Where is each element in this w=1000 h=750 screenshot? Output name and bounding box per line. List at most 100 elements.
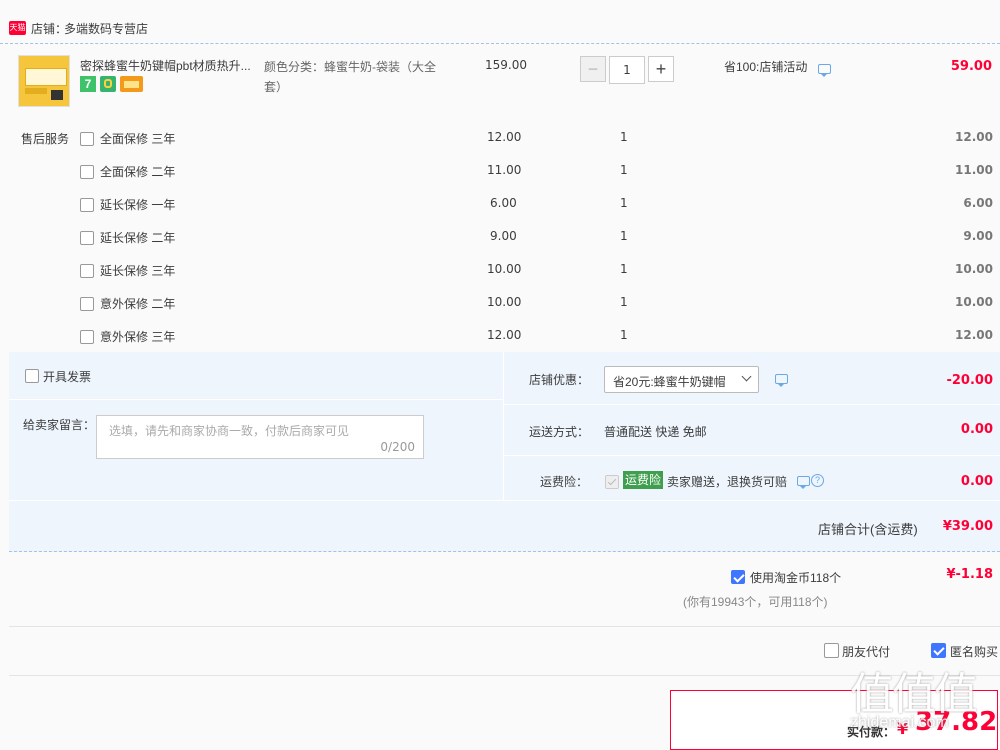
divider (9, 675, 1000, 676)
service-row: 延长保修 二年 9.00 1 9.00 (0, 222, 1000, 252)
service-qty: 1 (620, 163, 628, 177)
product-thumbnail[interactable] (18, 55, 70, 107)
service-name: 意外保修 三年 (100, 330, 176, 344)
service-checkbox[interactable] (80, 264, 94, 278)
insurance-label: 运费险： (540, 475, 589, 489)
item-row: 密探蜂蜜牛奶键帽pbt材质热升... 7 颜色分类：蜂蜜牛奶-袋装（大全套） 1… (0, 45, 1000, 117)
service-checkbox[interactable] (80, 297, 94, 311)
service-row: 意外保修 三年 12.00 1 12.00 (0, 321, 1000, 351)
qty-decrease-button[interactable]: − (580, 56, 606, 82)
coupon-amount: -20.00 (946, 373, 993, 388)
credit-card-icon (120, 76, 143, 92)
service-qty: 1 (620, 130, 628, 144)
service-total: 9.00 (963, 229, 993, 243)
chevron-down-icon (741, 371, 752, 382)
coupon-select[interactable]: 省20元:蜂蜜牛奶键帽 (604, 366, 759, 393)
pay-currency: ¥ (897, 719, 909, 738)
service-qty: 1 (620, 196, 628, 210)
service-price: 12.00 (487, 328, 522, 342)
service-row: 全面保修 三年 12.00 1 12.00 (0, 123, 1000, 153)
message-counter: 0/200 (380, 440, 415, 454)
service-price: 10.00 (487, 262, 522, 276)
bottom-divider (9, 500, 1000, 501)
chat-icon[interactable] (775, 374, 788, 387)
store-total-value: ¥39.00 (942, 519, 993, 534)
insurance-checkbox (605, 475, 619, 489)
message-textarea[interactable]: 选填，请先和商家协商一致，付款后商家可见 0/200 (96, 415, 424, 459)
qty-input[interactable]: 1 (609, 56, 645, 84)
coins-checkbox[interactable] (731, 570, 745, 584)
message-label: 给卖家留言： (23, 418, 96, 432)
order-options-panel: 开具发票 给卖家留言： 选填，请先和商家协商一致，付款后商家可见 0/200 店… (9, 352, 1000, 552)
left-divider (9, 399, 503, 400)
qty-value: 1 (623, 63, 631, 77)
shop-label: 店铺： (31, 22, 68, 36)
service-checkbox[interactable] (80, 132, 94, 146)
help-icon[interactable]: ? (811, 474, 824, 487)
store-total-label: 店铺合计(含运费) (818, 522, 918, 537)
coins-label: 使用淘金币118个 (750, 571, 842, 585)
right-divider-1 (504, 404, 1000, 405)
service-row: 延长保修 一年 6.00 1 6.00 (0, 189, 1000, 219)
message-placeholder: 选填，请先和商家协商一致，付款后商家可见 (109, 424, 350, 438)
seven-day-return-icon: 7 (80, 76, 96, 92)
qty-increase-button[interactable]: + (648, 56, 674, 82)
shipping-value: 普通配送 快递 免邮 (604, 425, 707, 439)
service-price: 12.00 (487, 130, 522, 144)
coupon-label: 店铺优惠： (529, 373, 590, 387)
pay-box: 实付款： ¥ 37.82 (670, 690, 998, 750)
invoice-checkbox[interactable] (25, 369, 39, 383)
shipping-label: 运送方式： (529, 425, 590, 439)
service-total: 6.00 (963, 196, 993, 210)
chat-icon[interactable] (797, 476, 810, 489)
shop-header: 天猫 店铺： 多端数码专营店 (0, 0, 1000, 44)
service-name: 全面保修 三年 (100, 132, 176, 146)
service-checkbox[interactable] (80, 330, 94, 344)
item-promo: 省100:店铺活动 (724, 60, 808, 74)
service-row: 全面保修 二年 11.00 1 11.00 (0, 156, 1000, 186)
service-qty: 1 (620, 229, 628, 243)
product-title-link[interactable]: 密探蜂蜜牛奶键帽pbt材质热升... (80, 57, 251, 74)
coupon-selected: 省20元:蜂蜜牛奶键帽 (613, 375, 726, 389)
friend-pay-checkbox[interactable] (824, 643, 839, 658)
service-price: 11.00 (487, 163, 522, 177)
service-total: 12.00 (955, 328, 993, 342)
insurance-desc: 卖家赠送，退换货可赔 (667, 475, 788, 489)
coins-value: ¥-1.18 (946, 567, 993, 582)
insurance-tag: 运费险 (623, 471, 664, 489)
item-subtotal: 59.00 (950, 59, 992, 74)
divider (9, 626, 1000, 627)
tmall-badge-icon: 天猫 (9, 21, 26, 35)
anonymous-checkbox[interactable] (931, 643, 946, 658)
service-price: 10.00 (487, 295, 522, 309)
service-name: 延长保修 三年 (100, 264, 176, 278)
service-badge-icon (100, 76, 116, 92)
unit-price: 159.00 (485, 58, 527, 72)
service-checkbox[interactable] (80, 198, 94, 212)
coins-note: (你有19943个，可用118个) (683, 595, 828, 609)
pay-label: 实付款： (847, 725, 896, 739)
right-divider-2 (504, 455, 1000, 456)
shop-name-link[interactable]: 多端数码专营店 (64, 20, 148, 37)
service-qty: 1 (620, 295, 628, 309)
service-total: 12.00 (955, 130, 993, 144)
shipping-amount: 0.00 (960, 422, 993, 437)
service-name: 延长保修 一年 (100, 198, 176, 212)
service-total: 10.00 (955, 295, 993, 309)
service-total: 11.00 (955, 163, 993, 177)
service-checkbox[interactable] (80, 165, 94, 179)
anonymous-label: 匿名购买 (950, 645, 999, 659)
service-price: 9.00 (490, 229, 517, 243)
chat-icon[interactable] (818, 64, 831, 77)
insurance-amount: 0.00 (960, 474, 993, 489)
service-qty: 1 (620, 328, 628, 342)
service-checkbox[interactable] (80, 231, 94, 245)
service-qty: 1 (620, 262, 628, 276)
service-price: 6.00 (490, 196, 517, 210)
pay-amount: 37.82 (915, 707, 998, 737)
product-spec: 颜色分类：蜂蜜牛奶-袋装（大全套） (264, 60, 436, 94)
service-name: 全面保修 二年 (100, 165, 176, 179)
friend-pay-label: 朋友代付 (842, 645, 891, 659)
service-total: 10.00 (955, 262, 993, 276)
service-name: 延长保修 二年 (100, 231, 176, 245)
